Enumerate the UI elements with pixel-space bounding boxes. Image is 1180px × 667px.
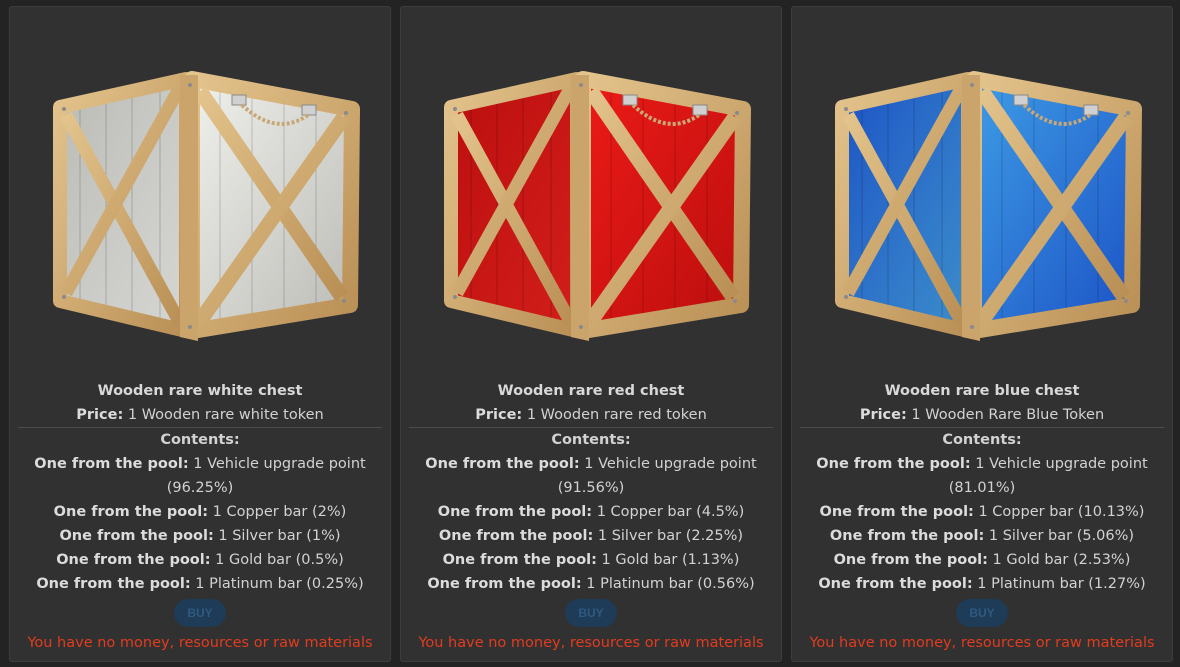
chest-title: Wooden rare red chest [497, 383, 685, 399]
item-text: 1 Platinum bar (0.56%) [586, 576, 755, 592]
contents-heading: Contents: [160, 432, 240, 448]
pool-label: One from the pool: [442, 552, 597, 568]
item-text: 1 Vehicle upgrade point (81.01%) [948, 456, 1148, 496]
chest-image [822, 65, 1142, 357]
content-item: One from the pool: 1 Silver bar (2.25%) [401, 524, 781, 548]
content-item: One from the pool: 1 Copper bar (10.13%) [792, 500, 1172, 524]
chest-grid: Wooden rare white chest Price: 1 Wooden … [9, 6, 1173, 662]
chest-card-blue: Wooden rare blue chest Price: 1 Wooden R… [791, 6, 1173, 662]
price-row: Price: 1 Wooden rare white token [10, 403, 390, 427]
price-value: 1 Wooden rare white token [127, 407, 324, 423]
content-item: One from the pool: 1 Silver bar (5.06%) [792, 524, 1172, 548]
content-item: One from the pool: 1 Platinum bar (1.27%… [792, 572, 1172, 596]
price-label: Price: [76, 407, 124, 423]
price-label: Price: [859, 407, 907, 423]
content-item: One from the pool: 1 Vehicle upgrade poi… [401, 452, 781, 500]
chest-card-white: Wooden rare white chest Price: 1 Wooden … [9, 6, 391, 662]
chest-card-red: Wooden rare red chest Price: 1 Wooden ra… [400, 6, 782, 662]
price-row: Price: 1 Wooden rare red token [401, 403, 781, 427]
price-value: 1 Wooden rare red token [526, 407, 707, 423]
buy-button[interactable]: BUY [956, 599, 1008, 627]
pool-label: One from the pool: [833, 552, 988, 568]
item-text: 1 Vehicle upgrade point (91.56%) [557, 456, 757, 496]
item-text: 1 Platinum bar (0.25%) [195, 576, 364, 592]
item-text: 1 Copper bar (2%) [212, 504, 347, 520]
item-text: 1 Gold bar (2.53%) [992, 552, 1131, 568]
pool-label: One from the pool: [34, 456, 189, 472]
content-item: One from the pool: 1 Platinum bar (0.25%… [10, 572, 390, 596]
chest-title: Wooden rare white chest [97, 383, 303, 399]
contents-heading: Contents: [942, 432, 1022, 448]
pool-label: One from the pool: [425, 456, 580, 472]
content-item: One from the pool: 1 Platinum bar (0.56%… [401, 572, 781, 596]
pool-label: One from the pool: [56, 552, 211, 568]
item-text: 1 Silver bar (1%) [218, 528, 341, 544]
item-text: 1 Gold bar (0.5%) [215, 552, 344, 568]
content-item: One from the pool: 1 Copper bar (2%) [10, 500, 390, 524]
content-item: One from the pool: 1 Vehicle upgrade poi… [792, 452, 1172, 500]
pool-label: One from the pool: [829, 528, 985, 544]
pool-label: One from the pool: [819, 504, 974, 520]
error-message: You have no money, resources or raw mate… [418, 635, 764, 651]
chest-title: Wooden rare blue chest [884, 383, 1080, 399]
pool-label: One from the pool: [427, 576, 582, 592]
item-text: 1 Platinum bar (1.27%) [977, 576, 1146, 592]
chest-image [40, 65, 360, 357]
pool-label: One from the pool: [53, 504, 208, 520]
price-value: 1 Wooden Rare Blue Token [911, 407, 1105, 423]
item-text: 1 Copper bar (4.5%) [596, 504, 745, 520]
pool-label: One from the pool: [816, 456, 971, 472]
error-message: You have no money, resources or raw mate… [27, 635, 373, 651]
item-text: 1 Copper bar (10.13%) [978, 504, 1145, 520]
item-text: 1 Silver bar (2.25%) [597, 528, 744, 544]
content-item: One from the pool: 1 Gold bar (1.13%) [401, 548, 781, 572]
chest-image [431, 65, 751, 357]
error-message: You have no money, resources or raw mate… [809, 635, 1155, 651]
item-text: 1 Vehicle upgrade point (96.25%) [166, 456, 366, 496]
contents-heading: Contents: [551, 432, 631, 448]
pool-label: One from the pool: [438, 528, 594, 544]
buy-button[interactable]: BUY [565, 599, 617, 627]
pool-label: One from the pool: [437, 504, 593, 520]
content-item: One from the pool: 1 Vehicle upgrade poi… [10, 452, 390, 500]
content-item: One from the pool: 1 Gold bar (2.53%) [792, 548, 1172, 572]
pool-label: One from the pool: [36, 576, 191, 592]
content-item: One from the pool: 1 Copper bar (4.5%) [401, 500, 781, 524]
buy-button[interactable]: BUY [174, 599, 226, 627]
price-label: Price: [475, 407, 523, 423]
item-text: 1 Silver bar (5.06%) [988, 528, 1135, 544]
item-text: 1 Gold bar (1.13%) [601, 552, 740, 568]
content-item: One from the pool: 1 Silver bar (1%) [10, 524, 390, 548]
price-row: Price: 1 Wooden Rare Blue Token [792, 403, 1172, 427]
content-item: One from the pool: 1 Gold bar (0.5%) [10, 548, 390, 572]
pool-label: One from the pool: [59, 528, 214, 544]
pool-label: One from the pool: [818, 576, 973, 592]
